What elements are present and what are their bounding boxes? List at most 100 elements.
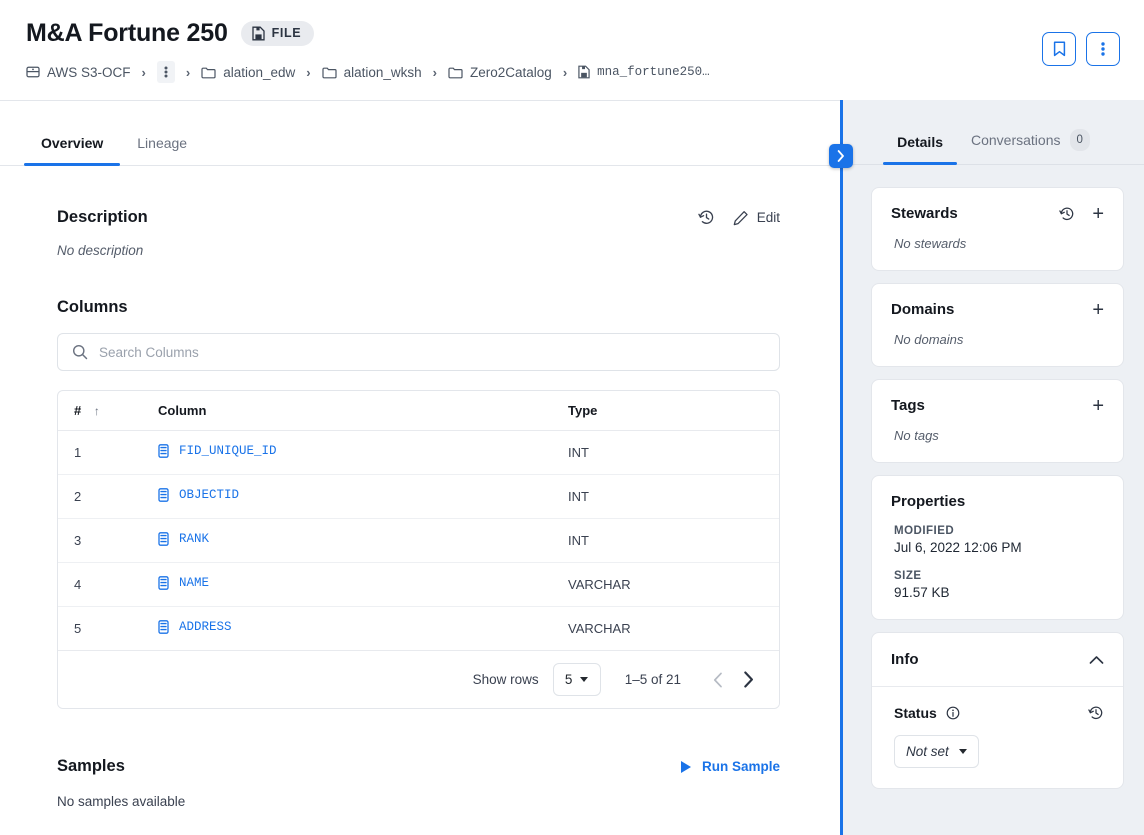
info-card-header[interactable]: Info: [872, 633, 1123, 687]
stewards-card-header: Stewards +: [891, 204, 1104, 224]
columns-search-box[interactable]: [57, 333, 780, 371]
table-row[interactable]: 3 RANK INT: [58, 518, 779, 563]
sidebar-collapse-button[interactable]: [829, 144, 853, 168]
add-steward-button[interactable]: +: [1092, 204, 1104, 224]
tab-lineage-label: Lineage: [137, 135, 188, 151]
folder-icon: [448, 66, 463, 79]
tags-title: Tags: [891, 397, 925, 414]
column-header-type[interactable]: Type: [568, 391, 779, 431]
history-icon[interactable]: [698, 209, 715, 226]
history-icon[interactable]: [1059, 206, 1075, 222]
breadcrumb-item-zero2catalog[interactable]: Zero2Catalog: [448, 65, 552, 80]
property-value-size: 91.57 KB: [894, 585, 950, 600]
stewards-empty-text: No stewards: [894, 236, 967, 251]
samples-section: Samples Run Sample No samples available: [57, 757, 780, 809]
chevron-right-icon: [743, 671, 754, 688]
breadcrumb-separator: ›: [141, 64, 146, 80]
domains-title: Domains: [891, 301, 955, 318]
tab-lineage[interactable]: Lineage: [120, 134, 204, 165]
page-body: Overview Lineage Description Edit No des…: [0, 100, 1144, 835]
tab-details-label: Details: [897, 134, 943, 150]
column-header-number[interactable]: # ↑: [58, 391, 158, 431]
search-input[interactable]: [99, 344, 765, 360]
column-header-column[interactable]: Column: [158, 391, 568, 431]
properties-card-header: Properties: [891, 493, 1104, 510]
columns-title: Columns: [57, 298, 128, 316]
tab-overview[interactable]: Overview: [24, 134, 121, 166]
details-sidebar: Details Conversations 0 Stewards + No st…: [829, 100, 1144, 835]
column-icon: [158, 532, 169, 546]
table-row[interactable]: 2 OBJECTID INT: [58, 474, 779, 519]
properties-card: Properties MODIFIED Jul 6, 2022 12:06 PM…: [871, 475, 1124, 620]
search-icon: [72, 344, 88, 360]
chevron-down-icon: [580, 677, 589, 682]
column-link[interactable]: ADDRESS: [179, 620, 232, 634]
column-header-number-label: #: [74, 403, 82, 418]
title-row: M&A Fortune 250 FILE: [26, 18, 1120, 48]
stewards-card-actions: +: [1059, 204, 1104, 224]
header-actions: [1042, 32, 1120, 66]
samples-title: Samples: [57, 757, 125, 775]
table-row[interactable]: 5 ADDRESS VARCHAR: [58, 607, 779, 651]
page-title: M&A Fortune 250: [26, 19, 228, 47]
stewards-title: Stewards: [891, 205, 958, 222]
breadcrumb-item-alation-edw[interactable]: alation_edw: [201, 65, 295, 80]
columns-table-element: # ↑ Column Type 1 FID_UNIQUE_ID INT 2 OB…: [58, 391, 779, 650]
column-link[interactable]: RANK: [179, 532, 209, 546]
tab-details[interactable]: Details: [883, 133, 957, 165]
breadcrumb-label: alation_edw: [223, 64, 296, 80]
column-link[interactable]: FID_UNIQUE_ID: [179, 444, 277, 458]
tags-empty-text: No tags: [894, 428, 939, 443]
chevron-down-icon: [958, 749, 967, 754]
breadcrumb-item-aws-s3-ocf[interactable]: AWS S3-OCF: [26, 65, 131, 80]
domains-card: Domains + No domains: [871, 283, 1124, 367]
bookmark-button[interactable]: [1042, 32, 1076, 66]
more-vertical-icon: [1101, 41, 1105, 57]
column-link[interactable]: OBJECTID: [179, 488, 239, 502]
status-select[interactable]: Not set: [894, 735, 979, 768]
column-link[interactable]: NAME: [179, 576, 209, 590]
description-actions: Edit: [698, 209, 780, 226]
breadcrumb-label: alation_wksh: [343, 64, 422, 80]
run-sample-label: Run Sample: [701, 759, 780, 774]
info-card-body: Status Not set: [872, 687, 1123, 788]
breadcrumb-separator: ›: [185, 64, 191, 80]
arrow-up-icon: ↑: [93, 404, 100, 418]
row-column-cell: ADDRESS: [158, 607, 568, 651]
breadcrumb-item-alation-wksh[interactable]: alation_wksh: [322, 65, 422, 80]
run-sample-button[interactable]: Run Sample: [680, 759, 780, 774]
table-row[interactable]: 4 NAME VARCHAR: [58, 562, 779, 607]
table-row[interactable]: 1 FID_UNIQUE_ID INT: [58, 430, 779, 475]
tab-overview-label: Overview: [41, 135, 104, 151]
add-tag-button[interactable]: +: [1092, 396, 1104, 416]
table-pagination: Show rows 5 1–5 of 21: [58, 650, 779, 708]
status-value: Not set: [906, 744, 949, 759]
info-circle-icon[interactable]: [946, 706, 960, 720]
breadcrumb-item-current-file[interactable]: mna_fortune250…: [578, 65, 710, 79]
file-type-badge: FILE: [240, 20, 315, 46]
previous-page-button[interactable]: [703, 665, 733, 695]
history-icon[interactable]: [1088, 705, 1104, 721]
tab-conversations-label: Conversations: [971, 132, 1061, 148]
row-type: INT: [568, 430, 779, 475]
more-vertical-icon: [164, 65, 168, 79]
samples-empty-text: No samples available: [57, 794, 186, 809]
next-page-button[interactable]: [733, 665, 763, 695]
column-icon: [158, 444, 169, 458]
rows-per-page-select[interactable]: 5: [552, 663, 601, 696]
file-icon: [578, 65, 590, 79]
folder-icon: [201, 66, 216, 79]
column-icon: [158, 620, 169, 634]
row-number: 3: [58, 518, 158, 563]
add-domain-button[interactable]: +: [1092, 300, 1104, 320]
more-options-button[interactable]: [1086, 32, 1120, 66]
breadcrumb-more-button[interactable]: [156, 61, 175, 83]
samples-section-header: Samples Run Sample: [57, 757, 780, 776]
chevron-up-icon[interactable]: [1089, 655, 1104, 665]
column-icon: [158, 488, 169, 502]
row-column-cell: NAME: [158, 562, 568, 607]
edit-description-button[interactable]: Edit: [733, 210, 780, 226]
pagination-range: 1–5 of 21: [624, 672, 681, 687]
page-header: M&A Fortune 250 FILE AWS S3-OCF › › alat…: [0, 0, 1144, 100]
tab-conversations[interactable]: Conversations 0: [957, 129, 1104, 164]
